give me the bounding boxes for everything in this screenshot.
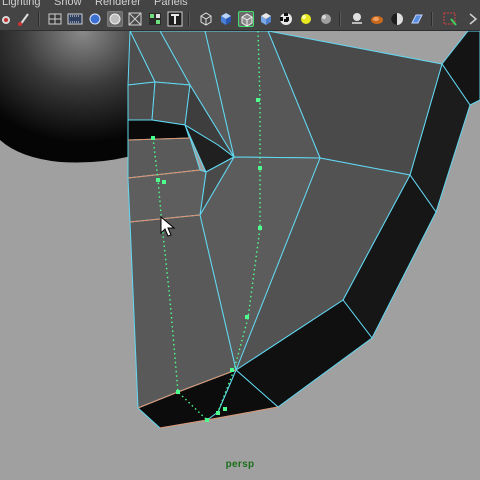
- shaded-cube-icon[interactable]: [218, 11, 234, 27]
- ambient-occlusion-icon[interactable]: [369, 11, 385, 27]
- wireframe-on-shaded-icon[interactable]: [238, 11, 254, 27]
- bookmark-icon[interactable]: [0, 11, 16, 27]
- all-lights-icon[interactable]: [298, 11, 314, 27]
- grid-icon[interactable]: [47, 11, 63, 27]
- menu-show[interactable]: Show: [54, 0, 82, 9]
- text-icon[interactable]: [167, 11, 183, 27]
- shadows-icon[interactable]: [318, 11, 334, 27]
- menu-lighting[interactable]: Lighting: [2, 0, 41, 9]
- smooth-shade-icon[interactable]: [87, 11, 103, 27]
- textured-cube-icon[interactable]: [258, 11, 274, 27]
- film-gate-icon[interactable]: [67, 11, 83, 27]
- menu-panels[interactable]: Panels: [154, 0, 188, 9]
- default-light-icon[interactable]: [349, 11, 365, 27]
- xray-icon[interactable]: [127, 11, 143, 27]
- toolbar-separator: [38, 12, 40, 26]
- head-polygon-mesh[interactable]: [127, 31, 480, 429]
- contrast-icon[interactable]: [389, 11, 405, 27]
- panel-toolbar: [0, 9, 480, 31]
- isolate-select-icon[interactable]: [442, 11, 458, 27]
- toolbar-separator: [188, 12, 190, 26]
- wireframe-cube-icon[interactable]: [198, 11, 214, 27]
- camera-name-label: persp: [225, 459, 255, 470]
- menu-renderer[interactable]: Renderer: [95, 0, 141, 9]
- overflow-icon[interactable]: [466, 11, 480, 27]
- paint-brush-icon[interactable]: [16, 11, 32, 27]
- mouse-pointer-icon: [160, 216, 176, 237]
- menu-bar: Lighting Show Renderer Panels: [0, 0, 480, 9]
- texture-icon[interactable]: [147, 11, 163, 27]
- wireframe-shade-icon[interactable]: [107, 11, 123, 27]
- checker-texture-icon[interactable]: [278, 11, 294, 27]
- perspective-viewport[interactable]: [0, 31, 480, 480]
- motion-blur-icon[interactable]: [409, 11, 425, 27]
- toolbar-separator: [339, 12, 341, 26]
- toolbar-separator: [431, 12, 433, 26]
